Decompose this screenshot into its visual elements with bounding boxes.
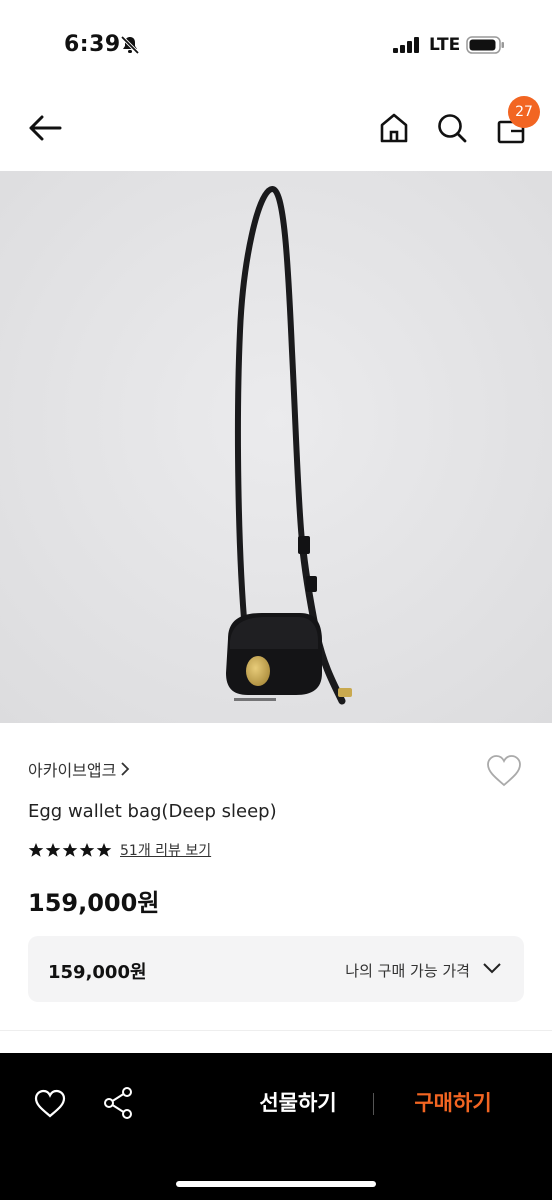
product-photo <box>0 171 552 723</box>
star-icon <box>96 843 112 857</box>
home-indicator[interactable] <box>176 1181 376 1187</box>
status-time: 6:39 <box>64 32 121 57</box>
chevron-right-icon <box>121 762 130 776</box>
product-price: 159,000원 <box>28 889 160 917</box>
star-icon <box>28 843 44 857</box>
chevron-down-icon <box>483 963 501 974</box>
purchasable-price-dropdown[interactable]: 159,000원 나의 구매 가능 가격 <box>28 936 524 1002</box>
bottom-action-bar: 선물하기 구매하기 <box>0 1053 552 1200</box>
star-icon <box>62 843 78 857</box>
buy-button[interactable]: 구매하기 <box>395 1087 511 1121</box>
purchasable-price-label: 나의 구매 가능 가격 <box>345 962 470 980</box>
wishlist-heart-icon[interactable] <box>486 754 522 788</box>
network-type: LTE <box>429 35 461 55</box>
star-icon <box>79 843 95 857</box>
cart-count-badge: 27 <box>508 96 540 128</box>
brand-name: 아카이브앱크 <box>28 761 117 780</box>
star-rating <box>28 842 112 858</box>
share-icon[interactable] <box>102 1086 134 1120</box>
product-image[interactable] <box>0 171 552 723</box>
back-arrow-icon[interactable] <box>26 112 64 144</box>
star-icon <box>45 843 61 857</box>
product-name: Egg wallet bag(Deep sleep) <box>28 801 277 822</box>
battery-icon <box>466 36 504 54</box>
bell-muted-icon <box>120 35 140 55</box>
rating-row: 51개 리뷰 보기 <box>28 840 211 860</box>
top-nav: 27 <box>0 96 552 166</box>
button-separator <box>373 1093 374 1115</box>
gift-button[interactable]: 선물하기 <box>240 1087 356 1121</box>
signal-icon <box>393 37 419 53</box>
brand-link[interactable]: 아카이브앱크 <box>28 757 130 781</box>
purchasable-price-amount: 159,000원 <box>48 962 147 983</box>
divider <box>0 1030 552 1031</box>
heart-icon[interactable] <box>34 1089 66 1119</box>
review-link[interactable]: 51개 리뷰 보기 <box>120 840 211 860</box>
status-bar: 6:39 LTE <box>0 0 552 90</box>
search-icon[interactable] <box>436 112 468 144</box>
home-icon[interactable] <box>378 112 410 144</box>
